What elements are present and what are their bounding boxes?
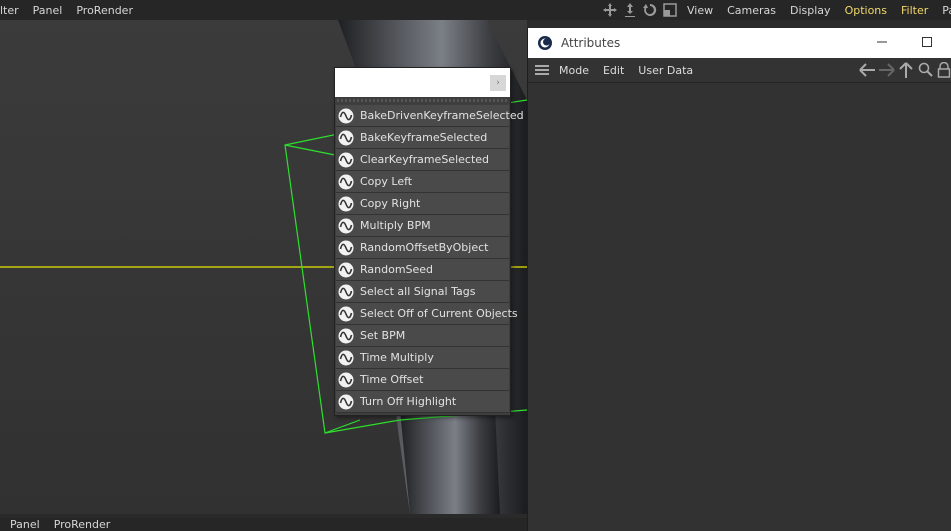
signal-wave-icon: [338, 240, 354, 255]
signal-wave-icon: [338, 306, 354, 321]
signal-wave-icon: [338, 218, 354, 233]
command-label: Select Off of Current Objects: [360, 307, 518, 320]
signal-wave-icon: [338, 350, 354, 365]
signal-wave-icon: [338, 130, 354, 145]
command-list-item[interactable]: RandomOffsetByObject: [336, 237, 509, 259]
back-arrow-icon[interactable]: [858, 62, 876, 78]
command-list-item[interactable]: Time Offset: [336, 369, 509, 391]
menu-view[interactable]: View: [680, 4, 720, 17]
menu-prorender[interactable]: ProRender: [69, 4, 140, 17]
menu-display[interactable]: Display: [783, 4, 838, 17]
viewport-nav-icons: [600, 0, 680, 20]
cylinder-lower: [400, 410, 500, 514]
signal-wave-icon: [338, 196, 354, 211]
bottom-viewport-menubar: Panel ProRender: [0, 518, 527, 531]
attributes-title: Attributes: [561, 36, 621, 50]
lock-icon[interactable]: [937, 62, 951, 78]
menu-user-data[interactable]: User Data: [638, 64, 693, 77]
up-arrow-icon[interactable]: [898, 62, 914, 78]
signal-wave-icon: [338, 152, 354, 167]
command-label: RandomOffsetByObject: [360, 241, 489, 254]
command-label: Multiply BPM: [360, 219, 431, 232]
signal-wave-icon: [338, 394, 354, 409]
attributes-menubar: Mode Edit User Data: [528, 58, 951, 83]
menu-cameras[interactable]: Cameras: [720, 4, 783, 17]
command-list-item[interactable]: ClearKeyframeSelected: [336, 149, 509, 171]
search-options-button[interactable]: ›: [490, 75, 506, 91]
viewport-menubar: lter Panel ProRender: [0, 0, 600, 20]
menu-mode[interactable]: Mode: [559, 64, 589, 77]
viewport2-menubar: View Cameras Display Options Filter Pane…: [680, 0, 951, 20]
hamburger-menu-icon[interactable]: [535, 64, 549, 76]
command-list-item[interactable]: Select all Signal Tags: [336, 281, 509, 303]
signal-wave-icon: [338, 372, 354, 387]
forward-arrow-icon[interactable]: [878, 62, 896, 78]
signal-wave-icon: [338, 108, 354, 123]
command-search-input[interactable]: [335, 68, 510, 97]
move-view-icon[interactable]: [602, 2, 618, 18]
command-list-item[interactable]: BakeKeyframeSelected: [336, 127, 509, 149]
command-search-popup: › BakeDrivenKeyframeSelected BakeKeyframe…: [334, 67, 524, 416]
menu-panel-2[interactable]: Panel: [935, 4, 951, 17]
command-list-item[interactable]: Copy Right: [336, 193, 509, 215]
command-label: Copy Left: [360, 175, 413, 188]
menu-options[interactable]: Options: [838, 4, 894, 17]
command-list-item[interactable]: Turn Off Highlight: [336, 391, 509, 413]
command-label: Copy Right: [360, 197, 421, 210]
cinema4d-logo-icon: [538, 36, 552, 50]
zoom-view-icon[interactable]: [622, 2, 638, 18]
search-icon[interactable]: [918, 62, 934, 78]
command-list: BakeDrivenKeyframeSelected BakeKeyframeSe…: [336, 105, 524, 413]
toggle-view-icon[interactable]: [662, 2, 678, 18]
command-label: Turn Off Highlight: [360, 395, 457, 408]
command-label: ClearKeyframeSelected: [360, 153, 490, 166]
popup-separator: [337, 99, 508, 102]
command-label: Select all Signal Tags: [360, 285, 476, 298]
command-label: BakeDrivenKeyframeSelected: [360, 109, 524, 122]
attributes-titlebar[interactable]: Attributes: [528, 28, 951, 58]
attributes-window: Attributes Mode Edit User Data: [527, 28, 951, 531]
command-label: Set BPM: [360, 329, 406, 342]
rotate-view-icon[interactable]: [642, 2, 658, 18]
signal-wave-icon: [338, 328, 354, 343]
menu-prorender-bottom[interactable]: ProRender: [47, 518, 118, 531]
command-label: Time Multiply: [360, 351, 434, 364]
command-label: Time Offset: [360, 373, 424, 386]
command-label: RandomSeed: [360, 263, 434, 276]
command-list-item[interactable]: Multiply BPM: [336, 215, 509, 237]
command-list-item[interactable]: RandomSeed: [336, 259, 509, 281]
menu-filter-2[interactable]: Filter: [894, 4, 935, 17]
signal-wave-icon: [338, 284, 354, 299]
command-list-item[interactable]: BakeDrivenKeyframeSelected: [336, 105, 524, 127]
menu-edit[interactable]: Edit: [603, 64, 624, 77]
signal-wave-icon: [338, 174, 354, 189]
menu-panel-bottom[interactable]: Panel: [0, 518, 47, 531]
menu-filter[interactable]: lter: [0, 4, 26, 17]
command-list-item[interactable]: Set BPM: [336, 325, 509, 347]
command-list-item[interactable]: Copy Left: [336, 171, 509, 193]
command-list-item[interactable]: Time Multiply: [336, 347, 509, 369]
minimize-icon[interactable]: [875, 35, 889, 49]
command-list-item[interactable]: Select Off of Current Objects: [336, 303, 518, 325]
menu-panel[interactable]: Panel: [26, 4, 70, 17]
maximize-icon[interactable]: [920, 35, 934, 49]
command-label: BakeKeyframeSelected: [360, 131, 488, 144]
signal-wave-icon: [338, 262, 354, 277]
